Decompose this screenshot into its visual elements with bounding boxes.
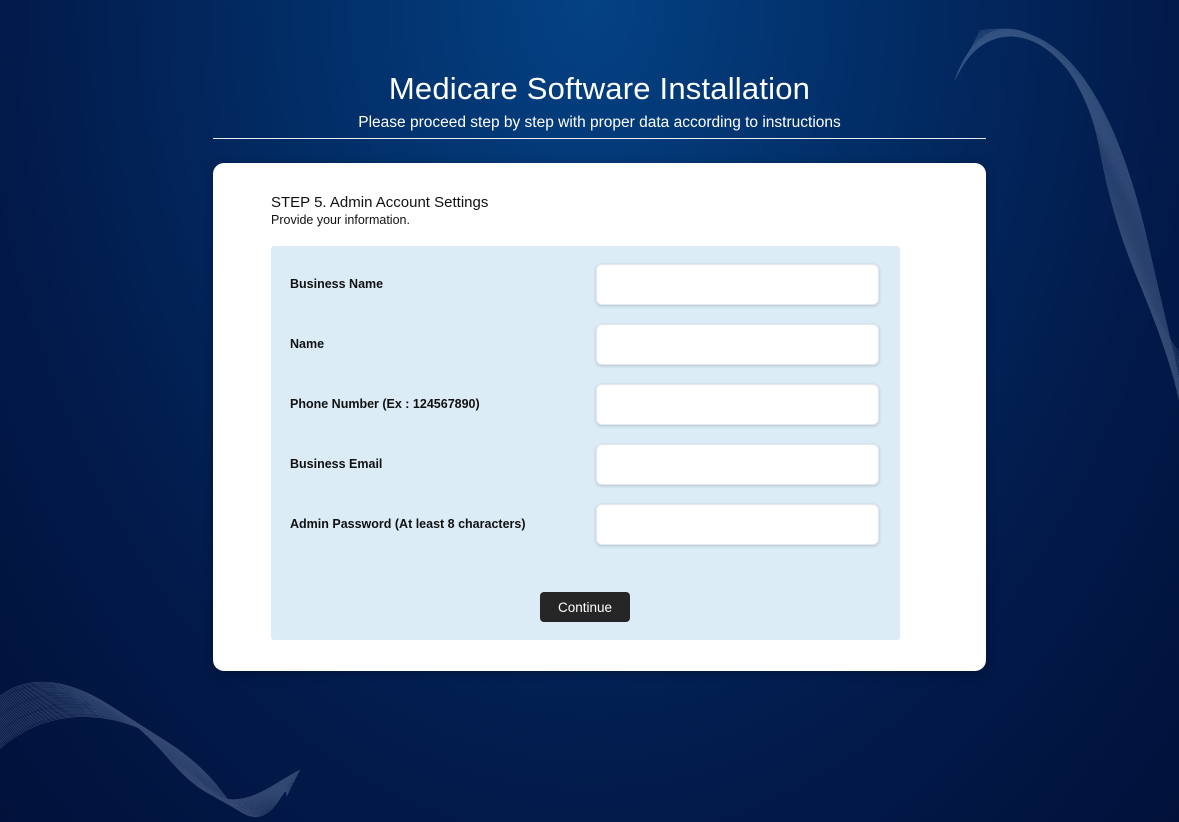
wave-line: [964, 35, 1179, 389]
wave-line: [0, 705, 292, 811]
wave-line: [0, 700, 293, 809]
page-subtitle: Please proceed step by step with proper …: [358, 114, 841, 131]
form-row-business-name: Business Name: [271, 264, 900, 306]
wave-line: [976, 31, 1179, 391]
wave-line: [963, 35, 1179, 387]
wave-line: [0, 701, 293, 809]
wave-line: [0, 699, 294, 808]
page-header: Medicare Software Installation Please pr…: [213, 68, 986, 133]
form-row-business-email: Business Email: [271, 444, 900, 486]
wave-line: [0, 688, 298, 803]
wave-line: [957, 31, 1179, 364]
wave-line: [962, 34, 1179, 384]
continue-button[interactable]: Continue: [540, 592, 630, 622]
step-subtitle: Provide your information.: [271, 213, 410, 227]
wave-line: [958, 32, 1179, 370]
wave-line: [0, 684, 299, 802]
business-email-label: Business Email: [290, 457, 383, 471]
wave-line: [0, 703, 292, 810]
wave-line: [974, 33, 1179, 398]
wave-line: [0, 695, 295, 806]
wave-line: [975, 33, 1179, 395]
wave-line: [0, 693, 296, 805]
wave-line: [974, 33, 1179, 397]
step-title: STEP 5. Admin Account Settings: [271, 194, 489, 211]
wave-line: [0, 711, 290, 814]
wave-line: [0, 706, 291, 812]
wave-line: [0, 686, 299, 802]
wave-line: [0, 716, 288, 818]
wave-line: [973, 34, 1179, 399]
wave-line: [0, 691, 297, 804]
wave-line: [0, 713, 289, 816]
admin-password-input[interactable]: [596, 504, 879, 545]
wave-line: [0, 712, 289, 815]
wave-line: [0, 698, 294, 808]
wave-line: [955, 29, 1179, 356]
wave-line: [964, 35, 1179, 391]
form-row-admin-password: Admin Password (At least 8 characters): [271, 504, 900, 546]
wave-line: [970, 35, 1179, 401]
installation-card: STEP 5. Admin Account Settings Provide y…: [213, 163, 986, 671]
wave-line: [970, 35, 1179, 401]
wave-line: [0, 710, 290, 814]
wave-line: [958, 31, 1179, 367]
wave-line: [972, 34, 1179, 401]
wave-line: [960, 33, 1179, 375]
header-divider: [213, 138, 986, 139]
wave-line: [956, 30, 1179, 362]
wave-line: [967, 35, 1179, 397]
wave-line: [954, 28, 1179, 353]
wave-line: [962, 34, 1179, 382]
wave-line: [977, 31, 1179, 389]
admin-account-form: Business Name Name Phone Number (Ex : 12…: [271, 246, 900, 640]
wave-line: [0, 697, 295, 807]
phone-number-label: Phone Number (Ex : 124567890): [290, 397, 480, 411]
wave-line: [968, 35, 1179, 398]
wave-line: [966, 35, 1179, 396]
phone-number-input[interactable]: [596, 384, 879, 425]
wave-line: [0, 694, 296, 806]
wave-line: [0, 682, 300, 801]
wave-line: [0, 689, 298, 803]
wave-line: [979, 28, 1179, 381]
business-name-input[interactable]: [596, 264, 879, 305]
wave-line: [960, 33, 1179, 377]
wave-line: [965, 35, 1179, 392]
wave-line: [0, 708, 291, 813]
page-title: Medicare Software Installation: [388, 71, 811, 106]
wave-line: [0, 683, 300, 801]
wave-line: [968, 35, 1179, 399]
wave-line: [0, 681, 301, 800]
wave-line: [0, 709, 290, 813]
wave-line: [969, 35, 1179, 400]
wave-line: [959, 33, 1179, 372]
business-name-label: Business Name: [290, 277, 384, 291]
wave-line: [0, 704, 292, 811]
wave-line: [0, 714, 288, 816]
wave-line: [956, 30, 1179, 359]
wave-line: [971, 35, 1179, 401]
wave-line: [0, 715, 288, 817]
business-email-input[interactable]: [596, 444, 879, 485]
admin-password-label: Admin Password (At least 8 characters): [290, 517, 526, 531]
form-row-phone-number: Phone Number (Ex : 124567890): [271, 384, 900, 426]
wave-line: [972, 34, 1179, 400]
wave-line: [0, 690, 297, 804]
wave-line: [978, 29, 1179, 384]
wave-line: [0, 687, 299, 802]
name-label: Name: [290, 337, 325, 351]
wave-line: [978, 30, 1179, 387]
wave-line: [961, 34, 1179, 380]
wave-line: [0, 696, 295, 807]
wave-line: [0, 692, 297, 805]
name-input[interactable]: [596, 324, 879, 365]
wave-line: [0, 702, 293, 810]
form-row-name: Name: [271, 324, 900, 366]
wave-line: [976, 32, 1179, 394]
wave-line: [966, 35, 1179, 394]
